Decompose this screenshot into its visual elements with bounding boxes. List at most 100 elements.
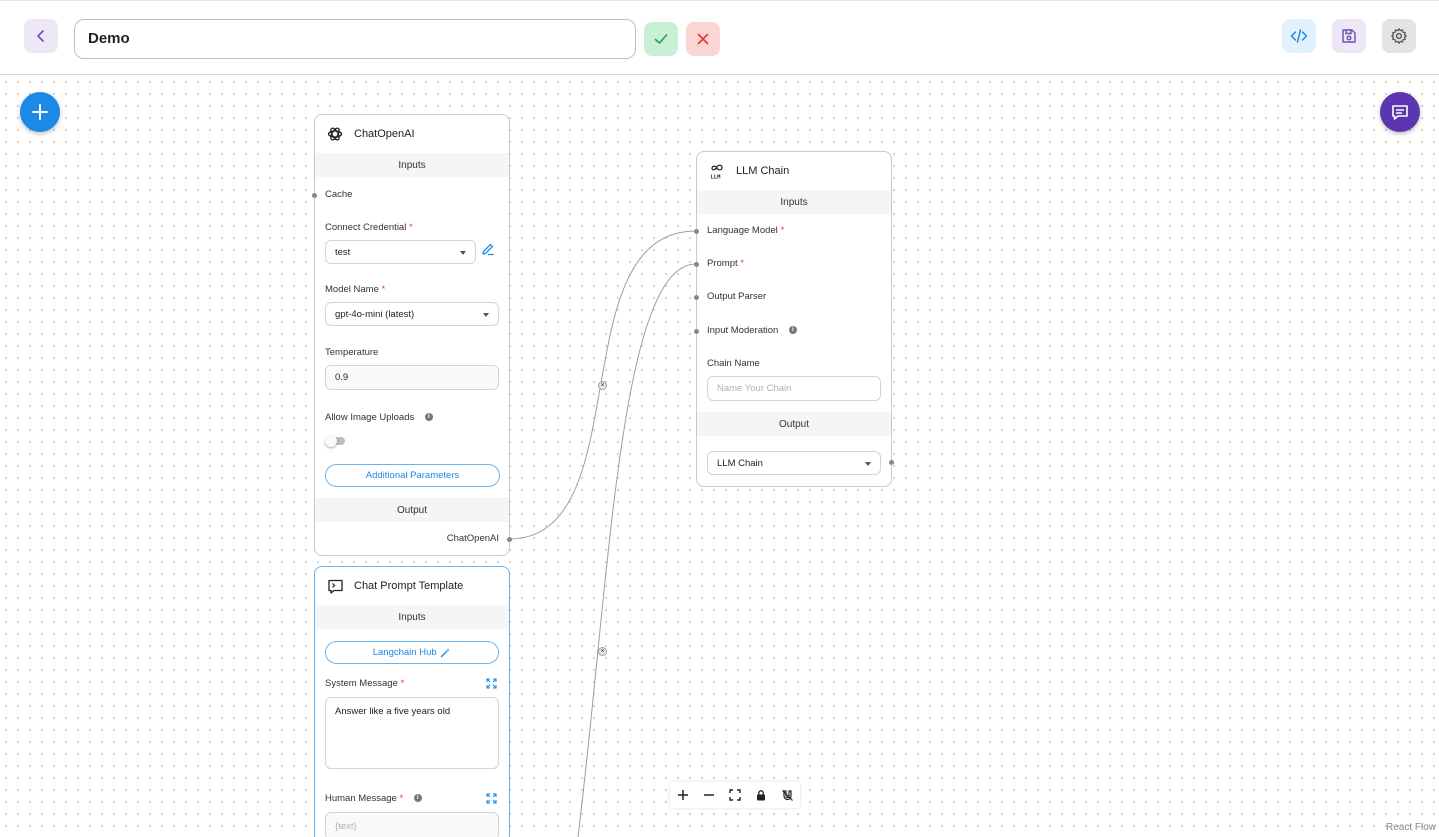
chain-name-input[interactable]: Name Your Chain xyxy=(707,376,881,401)
openai-icon xyxy=(325,124,345,144)
snap-to-grid-button[interactable] xyxy=(774,782,800,808)
prompt-label-text: Prompt xyxy=(707,258,738,269)
delete-edge-button[interactable]: × xyxy=(598,381,607,390)
gear-icon xyxy=(1391,28,1407,44)
inputs-section-header: Inputs xyxy=(315,605,509,629)
edit-credential-icon[interactable] xyxy=(481,242,495,259)
chevron-down-icon xyxy=(483,313,489,317)
node-title: LLM Chain xyxy=(736,165,790,177)
required-mark: * xyxy=(408,222,413,233)
chevron-down-icon xyxy=(460,251,466,255)
node-title: Chat Prompt Template xyxy=(354,580,464,592)
confirm-name-button[interactable] xyxy=(644,22,678,56)
prompt-handle[interactable] xyxy=(694,262,699,267)
api-code-button[interactable] xyxy=(1282,19,1316,53)
delete-edge-button[interactable]: × xyxy=(598,647,607,656)
chain-name-placeholder: Name Your Chain xyxy=(717,383,792,394)
credential-value: test xyxy=(335,246,351,258)
output-type-select[interactable]: LLM Chain xyxy=(707,451,881,475)
fullscreen-icon xyxy=(729,789,741,801)
back-button[interactable] xyxy=(24,19,58,53)
additional-parameters-button[interactable]: Additional Parameters xyxy=(325,464,500,487)
magnet-off-icon xyxy=(781,789,793,801)
minus-icon xyxy=(704,794,714,796)
inputs-section-header: Inputs xyxy=(315,153,509,177)
chat-button[interactable] xyxy=(1380,92,1420,132)
node-llm-chain[interactable]: LLM LLM Chain Inputs Language Model * Pr… xyxy=(694,151,894,487)
lock-button[interactable] xyxy=(748,782,774,808)
info-icon[interactable]: i xyxy=(424,413,433,422)
add-node-button[interactable] xyxy=(20,92,60,132)
save-flow-button[interactable] xyxy=(1332,19,1366,53)
required-mark: * xyxy=(780,225,785,236)
input-moderation-label-text: Input Moderation xyxy=(707,325,779,336)
model-name-label: Model Name * xyxy=(325,284,385,295)
edge-prompt-template-to-prompt[interactable] xyxy=(577,263,697,837)
human-message-textarea[interactable]: {text} xyxy=(325,812,499,837)
magic-wand-icon xyxy=(440,647,451,657)
output-parser-label: Output Parser xyxy=(707,291,767,302)
temperature-input[interactable]: 0.9 xyxy=(325,365,499,390)
human-message-label-text: Human Message xyxy=(325,793,397,804)
toggle-knob xyxy=(325,435,337,447)
output-parser-handle[interactable] xyxy=(694,295,699,300)
fit-view-button[interactable] xyxy=(722,782,748,808)
credential-label-text: Connect Credential xyxy=(325,222,407,233)
language-model-label-text: Language Model xyxy=(707,225,778,236)
model-name-label-text: Model Name xyxy=(325,284,379,295)
plus-icon xyxy=(678,790,688,800)
node-title: ChatOpenAI xyxy=(354,128,415,140)
info-icon[interactable]: i xyxy=(788,326,797,335)
svg-text:LLM: LLM xyxy=(711,175,722,181)
output-handle[interactable] xyxy=(889,460,894,465)
flow-name-input[interactable]: Demo xyxy=(74,19,636,59)
info-icon[interactable]: i xyxy=(413,794,422,803)
save-icon xyxy=(1342,29,1356,43)
image-uploads-label-text: Allow Image Uploads xyxy=(325,412,415,423)
langchain-hub-button[interactable]: Langchain Hub xyxy=(325,641,499,664)
node-header: LLM LLM Chain xyxy=(697,152,891,190)
node-header: Chat Prompt Template xyxy=(315,567,509,605)
model-name-select[interactable]: gpt-4o-mini (latest) xyxy=(325,302,499,326)
cache-handle[interactable] xyxy=(312,193,317,198)
chain-name-label: Chain Name xyxy=(707,358,760,369)
canvas-controls xyxy=(670,782,800,808)
expand-icon[interactable] xyxy=(486,678,497,692)
output-label: ChatOpenAI xyxy=(446,533,499,544)
system-message-label-text: System Message xyxy=(325,678,398,689)
credential-label: Connect Credential * xyxy=(325,222,413,233)
cache-label: Cache xyxy=(325,189,353,200)
output-handle[interactable] xyxy=(507,537,512,542)
image-uploads-toggle[interactable] xyxy=(325,435,345,447)
credential-select[interactable]: test xyxy=(325,240,476,264)
model-name-value: gpt-4o-mini (latest) xyxy=(335,308,415,320)
react-flow-attribution[interactable]: React Flow xyxy=(1386,822,1436,833)
cancel-name-button[interactable] xyxy=(686,22,720,56)
prompt-label: Prompt * xyxy=(707,258,744,269)
plus-icon xyxy=(32,104,48,120)
zoom-in-button[interactable] xyxy=(670,782,696,808)
system-message-textarea[interactable]: Answer like a five years old xyxy=(325,697,499,769)
node-chatopenai[interactable]: ChatOpenAI Inputs Cache Connect Credenti… xyxy=(312,114,512,556)
language-model-handle[interactable] xyxy=(694,229,699,234)
output-section-header: Output xyxy=(697,412,891,436)
input-moderation-handle[interactable] xyxy=(694,329,699,334)
settings-button[interactable] xyxy=(1382,19,1416,53)
langchain-hub-label: Langchain Hub xyxy=(372,647,437,658)
code-icon xyxy=(1290,29,1308,43)
output-section-header: Output xyxy=(315,498,509,522)
language-model-label: Language Model * xyxy=(707,225,784,236)
human-message-placeholder: {text} xyxy=(335,820,357,832)
chat-icon xyxy=(1392,105,1408,120)
expand-icon[interactable] xyxy=(486,793,497,807)
flow-canvas[interactable]: × × ChatOpenAI Inputs Cache Connect Cred… xyxy=(0,76,1439,837)
lock-icon xyxy=(757,790,765,801)
input-moderation-label: Input Moderation i xyxy=(707,325,797,336)
zoom-out-button[interactable] xyxy=(696,782,722,808)
temperature-label: Temperature xyxy=(325,347,379,358)
required-mark: * xyxy=(740,258,744,269)
llm-chain-icon: LLM xyxy=(707,161,727,181)
node-header: ChatOpenAI xyxy=(315,115,509,153)
system-message-label: System Message * xyxy=(325,678,404,689)
node-chat-prompt-template[interactable]: Chat Prompt Template Inputs Langchain Hu… xyxy=(314,566,510,837)
